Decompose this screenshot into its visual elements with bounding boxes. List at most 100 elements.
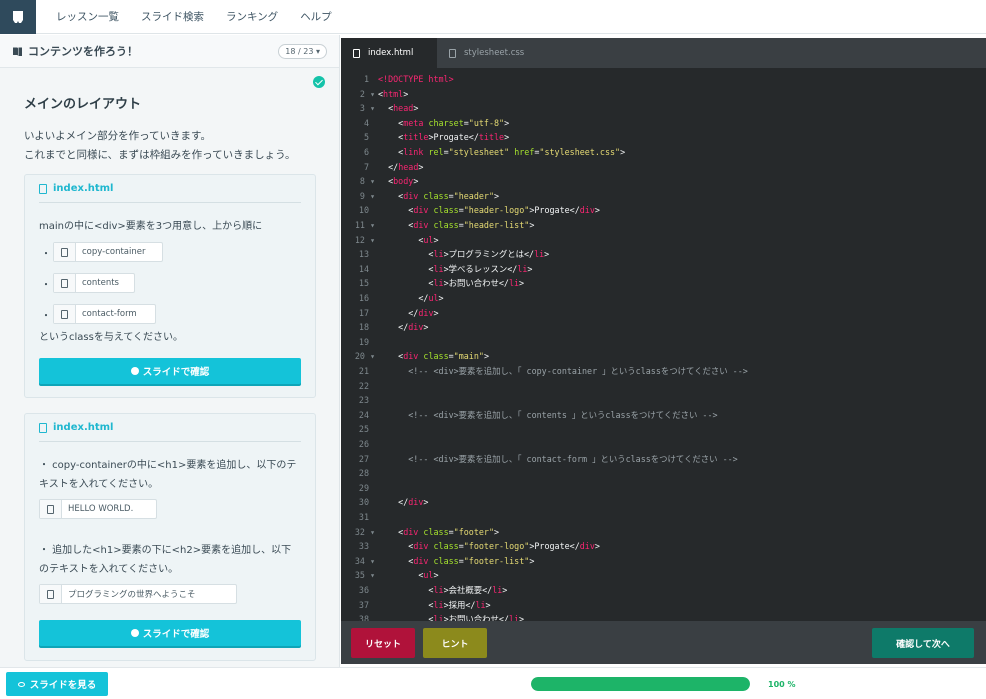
instruction-header: コンテンツを作ろう！ 18 / 23 ▾	[0, 35, 339, 68]
code-text: <meta charset="utf-8">	[398, 117, 510, 128]
code-text: </ul>	[418, 293, 444, 303]
code-line[interactable]: 8 ▾ <body>	[341, 174, 986, 189]
code-line[interactable]: 28	[341, 466, 986, 481]
code-line[interactable]: 10 <div class="header-logo">Progate</div…	[341, 203, 986, 218]
code-line[interactable]: 38 <li>お問い合わせ</li>	[341, 612, 986, 621]
code-text: <li>会社概要</li>	[428, 585, 508, 595]
editor-tabs: index.html stylesheet.css	[341, 38, 986, 68]
code-line[interactable]: 26	[341, 437, 986, 452]
code-line[interactable]: 32 ▾ <div class="footer">	[341, 525, 986, 540]
progress-fill	[531, 677, 750, 691]
copy-icon	[54, 274, 76, 292]
copy-chip-hello-world[interactable]: HELLO WORLD.	[39, 499, 157, 519]
progate-logo[interactable]	[0, 0, 36, 34]
code-line[interactable]: 37 <li>採用</li>	[341, 598, 986, 613]
top-nav: レッスン一覧 スライド検索 ランキング ヘルプ	[0, 0, 986, 34]
intro-text: いよいよメイン部分を作っていきます。 これまでと同様に、まずは枠組みを作っていき…	[24, 130, 296, 161]
copy-chip-contact-form[interactable]: contact-form	[53, 304, 156, 324]
code-line[interactable]: 14 <li>学べるレッスン</li>	[341, 262, 986, 277]
code-text: </div>	[408, 307, 439, 318]
code-line[interactable]: 33 <div class="footer-logo">Progate</div…	[341, 539, 986, 554]
line-number: 9 ▾	[359, 190, 375, 201]
page-indicator[interactable]: 18 / 23 ▾	[278, 43, 327, 59]
task-card-file-label: index.html	[39, 414, 301, 442]
code-line[interactable]: 9 ▾ <div class="header">	[341, 189, 986, 204]
tab-index-html[interactable]: index.html	[341, 38, 437, 68]
code-line[interactable]: 36 <li>会社概要</li>	[341, 583, 986, 598]
code-line[interactable]: 16 </ul>	[341, 291, 986, 306]
code-area[interactable]: 1 <!DOCTYPE html> 2 ▾ <html> 3 ▾ <head> 4 <me…	[341, 68, 986, 621]
line-number: 10	[358, 205, 369, 216]
code-line[interactable]: 15 <li>お問い合わせ</li>	[341, 276, 986, 291]
section-title: メインのレイアウト	[24, 97, 142, 112]
code-line[interactable]: 21 <!-- <div>要素を追加し、「 copy-container 」とい…	[341, 364, 986, 379]
line-number: 26	[358, 439, 369, 449]
line-number: 14	[358, 263, 369, 274]
nav-slide-search[interactable]: スライド検索	[141, 9, 204, 24]
line-number: 29	[358, 482, 369, 493]
code-line[interactable]: 27 <!-- <div>要素を追加し、「 contact-form 」というc…	[341, 452, 986, 467]
code-line[interactable]: 20 ▾ <div class="main">	[341, 349, 986, 364]
complete-check-icon	[313, 76, 325, 88]
code-line[interactable]: 5 <title>Progate</title>	[341, 130, 986, 145]
code-line[interactable]: 22	[341, 379, 986, 394]
copy-chip-contents[interactable]: contents	[53, 273, 135, 293]
code-line[interactable]: 18 </div>	[341, 320, 986, 335]
code-line[interactable]: 2 ▾ <html>	[341, 87, 986, 102]
code-line[interactable]: 3 ▾ <head>	[341, 101, 986, 116]
hint-button[interactable]: ヒント	[423, 628, 487, 658]
code-line[interactable]: 31	[341, 510, 986, 525]
code-line[interactable]: 23	[341, 393, 986, 408]
code-line[interactable]: 11 ▾ <div class="header-list">	[341, 218, 986, 233]
code-line[interactable]: 30 </div>	[341, 495, 986, 510]
question-icon	[130, 629, 139, 637]
code-text: <li>採用</li>	[428, 599, 491, 610]
slide-check-button-1[interactable]: スライドで確認	[39, 358, 301, 384]
view-slides-button[interactable]: スライドを見る	[6, 672, 108, 696]
copy-chip-copy-container[interactable]: copy-container	[53, 242, 163, 262]
code-text: <!-- <div>要素を追加し、「 contents 」というclassをつけ…	[408, 409, 718, 420]
code-text: <div class="header-list">	[408, 220, 535, 230]
code-text: <li>学べるレッスン</li>	[428, 263, 533, 274]
file-icon	[449, 48, 456, 58]
code-text: <body>	[388, 176, 419, 187]
editor-footer: リセット ヒント 確認して次へ	[341, 621, 986, 664]
code-line[interactable]: 12 ▾ <ul>	[341, 233, 986, 248]
instruction-panel[interactable]: コンテンツを作ろう！ 18 / 23 ▾ メインのレイアウト いよいよメイン部分…	[0, 35, 340, 667]
reset-button[interactable]: リセット	[351, 628, 415, 658]
code-line[interactable]: 13 <li>プログラミングとは</li>	[341, 247, 986, 262]
line-number: 20 ▾	[354, 351, 375, 362]
task-text: mainの中に<div>要素を3つ用意し、上から順に	[39, 221, 263, 232]
code-editor[interactable]: index.html stylesheet.css 1 <!DOCTYPE htm…	[341, 38, 986, 664]
code-line[interactable]: 29	[341, 481, 986, 496]
code-line[interactable]: 7 </head>	[341, 160, 986, 175]
nav-lesson-list[interactable]: レッスン一覧	[56, 9, 119, 24]
nav-ranking[interactable]: ランキング	[226, 9, 278, 24]
code-line[interactable]: 24 <!-- <div>要素を追加し、「 contents 」というclass…	[341, 408, 986, 423]
code-line[interactable]: 35 ▾ <ul>	[341, 568, 986, 583]
code-line[interactable]: 25	[341, 422, 986, 437]
book-icon	[13, 47, 22, 56]
line-number: 12 ▾	[354, 234, 375, 245]
line-number: 15	[358, 278, 369, 289]
copy-icon	[40, 500, 62, 518]
code-text: <!DOCTYPE html>	[378, 74, 454, 84]
check-and-next-button[interactable]: 確認して次へ	[872, 628, 974, 658]
tab-stylesheet-css[interactable]: stylesheet.css	[437, 38, 533, 68]
line-number: 11 ▾	[354, 220, 375, 230]
code-text: <li>プログラミングとは</li>	[428, 249, 550, 260]
code-line[interactable]: 19	[341, 335, 986, 350]
copy-chip-welcome[interactable]: プログラミングの世界へようこそ	[39, 584, 237, 604]
task-text: というclassを与えてください。	[39, 332, 184, 343]
nav-help[interactable]: ヘルプ	[300, 9, 332, 24]
code-line[interactable]: 6 <link rel="stylesheet" href="styleshee…	[341, 145, 986, 160]
code-line[interactable]: 34 ▾ <div class="footer-list">	[341, 554, 986, 569]
code-line[interactable]: 1 <!DOCTYPE html>	[341, 72, 986, 87]
line-number: 8 ▾	[359, 176, 375, 187]
code-text: <!-- <div>要素を追加し、「 copy-container 」というcl…	[408, 366, 748, 376]
code-line[interactable]: 17 </div>	[341, 306, 986, 321]
slide-check-button-2[interactable]: スライドで確認	[39, 620, 301, 646]
line-number: 5	[363, 132, 369, 143]
task-text: ・ 追加した<h1>要素の下に<h2>要素を追加し、以下 のテキストを入れてくだ…	[39, 545, 292, 575]
code-line[interactable]: 4 <meta charset="utf-8">	[341, 116, 986, 131]
